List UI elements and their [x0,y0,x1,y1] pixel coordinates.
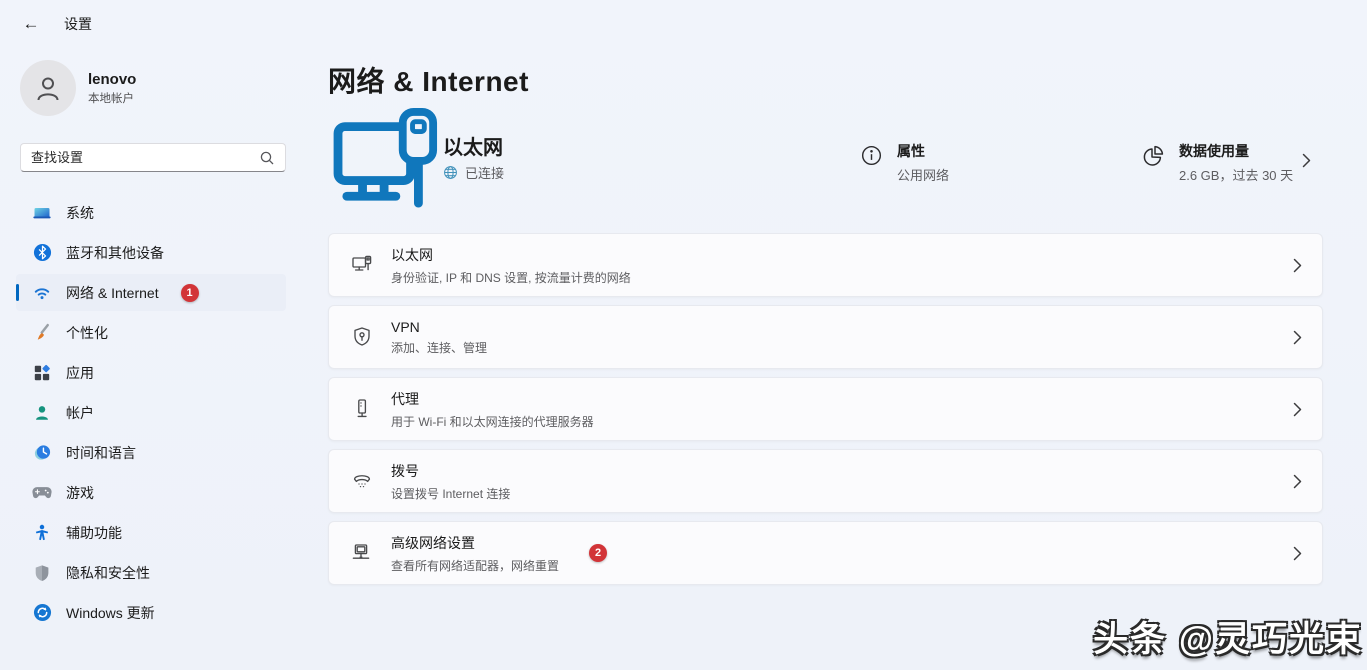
windows-update-icon [32,603,52,623]
sidebar-item-label: 系统 [66,203,94,223]
chevron-right-icon [1293,402,1302,417]
globe-icon [443,165,458,180]
bluetooth-icon [32,243,52,263]
sidebar-item-bluetooth[interactable]: 蓝牙和其他设备 [16,234,286,271]
pie-chart-icon [1141,144,1165,168]
properties-value: 公用网络 [897,165,949,184]
sidebar-nav: 系统 蓝牙和其他设备 网络 & Internet 1 [16,194,286,634]
sidebar-item-label: 帐户 [66,403,94,423]
sidebar-item-label: 时间和语言 [66,443,136,463]
chevron-right-icon [1293,330,1302,345]
sidebar-item-system[interactable]: 系统 [16,194,286,231]
properties-block: 属性 公用网络 [860,141,949,184]
list-item-title: 拨号 [391,461,510,481]
sidebar-item-network-internet[interactable]: 网络 & Internet 1 [16,274,286,311]
chevron-right-icon [1293,546,1302,561]
search-input[interactable] [31,150,259,165]
advanced-network-icon [349,541,375,565]
ethernet-hero-icon [330,108,448,213]
sidebar-item-gaming[interactable]: 游戏 [16,474,286,511]
network-status: 已连接 [443,163,504,182]
search-box[interactable] [20,143,286,172]
sidebar-item-label: 个性化 [66,323,108,343]
list-item-subtitle: 用于 Wi-Fi 和以太网连接的代理服务器 [391,413,594,430]
page-title: 网络 & Internet [328,60,529,100]
sidebar-item-personalization[interactable]: 个性化 [16,314,286,351]
sidebar-item-windows-update[interactable]: Windows 更新 [16,594,286,631]
watermark-text: 头条 @灵巧光束 [1093,611,1363,662]
settings-list: 以太网 身份验证, IP 和 DNS 设置, 按流量计费的网络 VPN 添加、连… [328,233,1323,593]
proxy-server-icon [349,397,375,421]
list-item-vpn[interactable]: VPN 添加、连接、管理 [328,305,1323,369]
sidebar-item-label: 网络 & Internet [66,283,159,303]
sidebar-item-time-language[interactable]: 时间和语言 [16,434,286,471]
titlebar: ← 设置 [16,12,92,36]
data-usage-label: 数据使用量 [1179,141,1293,161]
app-title: 设置 [64,14,92,34]
sidebar-item-label: 隐私和安全性 [66,563,150,583]
dialup-phone-icon [349,469,375,493]
data-usage-chevron[interactable] [1302,153,1311,173]
sidebar-item-label: Windows 更新 [66,603,155,623]
list-item-advanced-network[interactable]: 高级网络设置 查看所有网络适配器，网络重置 2 [328,521,1323,585]
list-item-dialup[interactable]: 拨号 设置拨号 Internet 连接 [328,449,1323,513]
data-usage-value: 2.6 GB，过去 30 天 [1179,165,1293,184]
back-arrow-icon[interactable]: ← [16,12,46,36]
list-item-ethernet[interactable]: 以太网 身份验证, IP 和 DNS 设置, 按流量计费的网络 [328,233,1323,297]
info-icon [860,144,883,167]
chevron-right-icon [1293,474,1302,489]
properties-label: 属性 [897,141,949,161]
sidebar-item-accessibility[interactable]: 辅助功能 [16,514,286,551]
sidebar-item-label: 蓝牙和其他设备 [66,243,164,263]
ethernet-row-icon [349,253,375,277]
list-item-subtitle: 设置拨号 Internet 连接 [391,485,510,502]
list-item-title: VPN [391,319,487,335]
network-status-text: 已连接 [465,163,504,182]
profile-name: lenovo [88,71,136,88]
vpn-shield-icon [349,325,375,349]
time-language-icon [32,443,52,463]
sidebar-item-label: 应用 [66,363,94,383]
accounts-icon [32,403,52,423]
list-item-subtitle: 查看所有网络适配器，网络重置 [391,557,559,574]
network-name: 以太网 [443,131,503,160]
data-usage-block: 数据使用量 2.6 GB，过去 30 天 [1141,141,1293,184]
network-icon [32,283,52,303]
chevron-right-icon [1302,153,1311,168]
apps-icon [32,363,52,383]
sidebar-notification-badge: 1 [181,284,199,302]
system-icon [32,203,52,223]
sidebar-item-accounts[interactable]: 帐户 [16,394,286,431]
gaming-icon [32,483,52,503]
user-avatar-icon [20,60,76,116]
privacy-icon [32,563,52,583]
profile[interactable]: lenovo 本地帐户 [20,60,136,116]
search-icon [259,150,275,166]
list-item-title: 高级网络设置 [391,533,559,553]
list-item-subtitle: 添加、连接、管理 [391,339,487,356]
advanced-network-badge: 2 [589,544,607,562]
list-item-proxy[interactable]: 代理 用于 Wi-Fi 和以太网连接的代理服务器 [328,377,1323,441]
list-item-title: 以太网 [391,245,631,265]
personalization-icon [32,323,52,343]
sidebar-item-label: 游戏 [66,483,94,503]
list-item-subtitle: 身份验证, IP 和 DNS 设置, 按流量计费的网络 [391,269,631,286]
profile-account-type: 本地帐户 [88,90,136,106]
sidebar-item-apps[interactable]: 应用 [16,354,286,391]
sidebar-item-privacy-security[interactable]: 隐私和安全性 [16,554,286,591]
accessibility-icon [32,523,52,543]
main-content: 网络 & Internet 以太网 已连接 [328,48,1367,670]
chevron-right-icon [1293,258,1302,273]
sidebar-item-label: 辅助功能 [66,523,122,543]
list-item-title: 代理 [391,389,594,409]
